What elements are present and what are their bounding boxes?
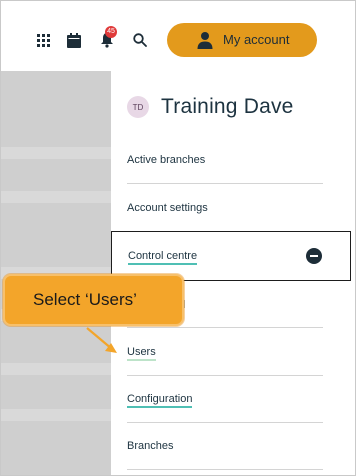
pointer-arrow-icon (86, 327, 117, 353)
app-frame: 45 My account TD Training Dave Active br… (0, 0, 356, 476)
